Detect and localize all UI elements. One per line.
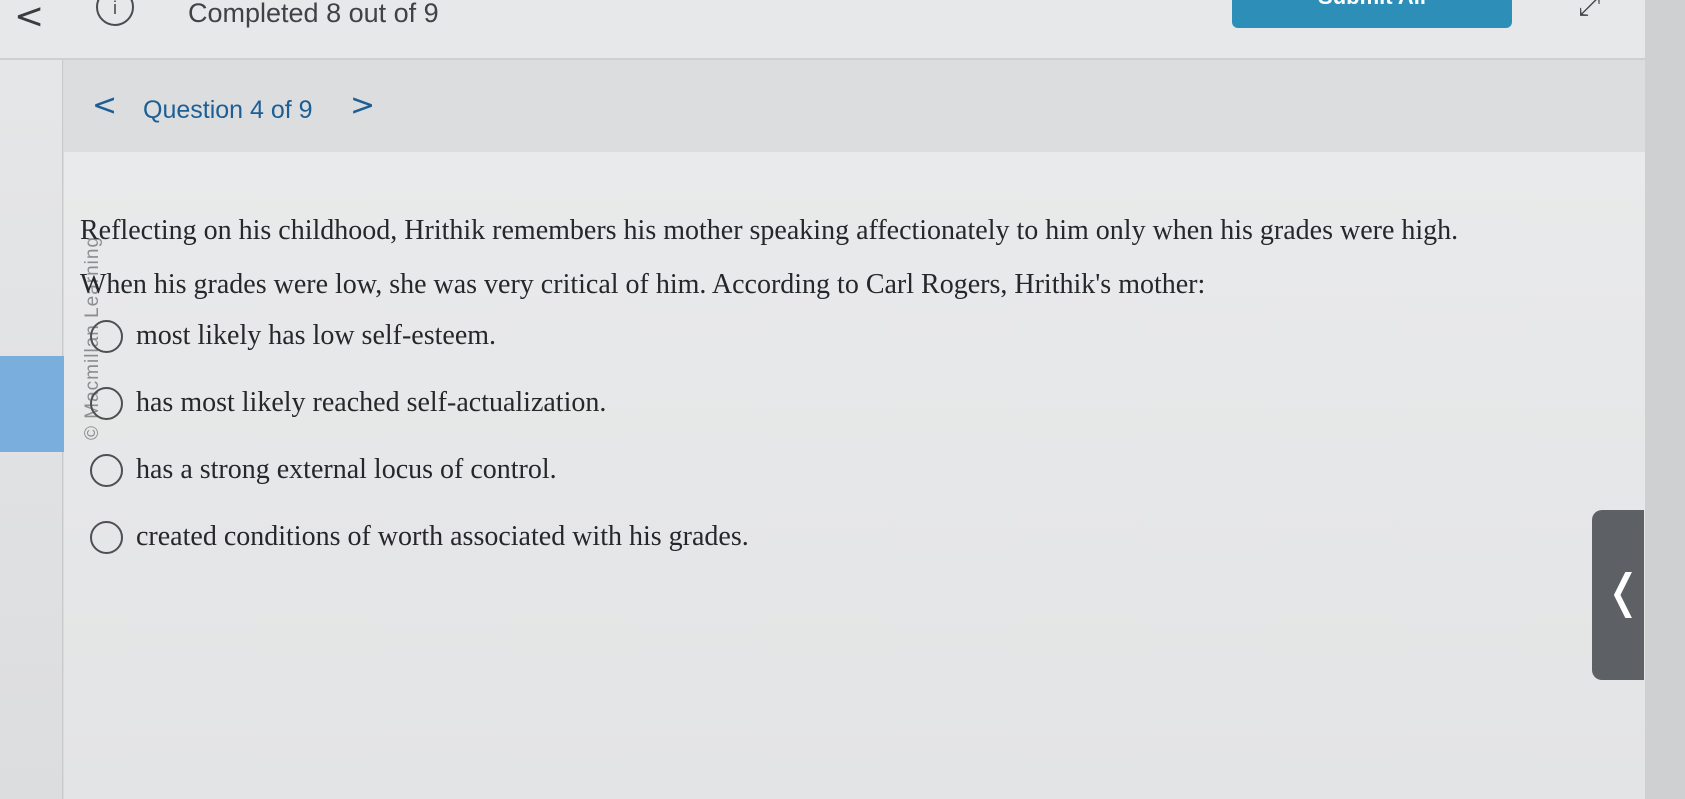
question-counter[interactable]: Question 4 of 9: [143, 96, 313, 125]
info-icon[interactable]: i: [96, 0, 134, 26]
completion-status: Completed 8 out of 9: [188, 0, 439, 28]
right-edge-panel: [1645, 0, 1685, 799]
submit-all-button[interactable]: Submit All: [1232, 0, 1512, 28]
question-stem: Reflecting on his childhood, Hrithik rem…: [80, 204, 1640, 312]
expand-icon[interactable]: ⤢: [1578, 0, 1600, 23]
next-question-chevron-icon[interactable]: >: [350, 88, 375, 123]
answer-option-label[interactable]: has a strong external locus of control.: [136, 454, 557, 486]
previous-question-chevron-icon[interactable]: <: [92, 88, 117, 123]
info-icon-glyph: i: [113, 0, 117, 18]
answer-option-label[interactable]: created conditions of worth associated w…: [136, 521, 749, 553]
radio-button-icon[interactable]: [90, 521, 123, 554]
left-rail-active-indicator: [0, 356, 70, 452]
chevron-left-icon: ❬: [1604, 564, 1643, 618]
back-chevron-icon[interactable]: <: [14, 0, 44, 37]
answer-option-label[interactable]: has most likely reached self-actualizati…: [136, 387, 606, 419]
top-bar: < i Completed 8 out of 9 Submit All ⤢: [0, 0, 1645, 60]
question-stem-line-2: When his grades were low, she was very c…: [80, 269, 1206, 300]
radio-button-icon[interactable]: [90, 320, 123, 353]
question-stem-line-1: Reflecting on his childhood, Hrithik rem…: [80, 215, 1459, 246]
radio-button-icon[interactable]: [90, 454, 123, 487]
answer-option-label[interactable]: most likely has low self-esteem.: [136, 320, 496, 352]
radio-button-icon[interactable]: [90, 387, 123, 420]
side-drawer-toggle[interactable]: ❬: [1592, 510, 1644, 680]
